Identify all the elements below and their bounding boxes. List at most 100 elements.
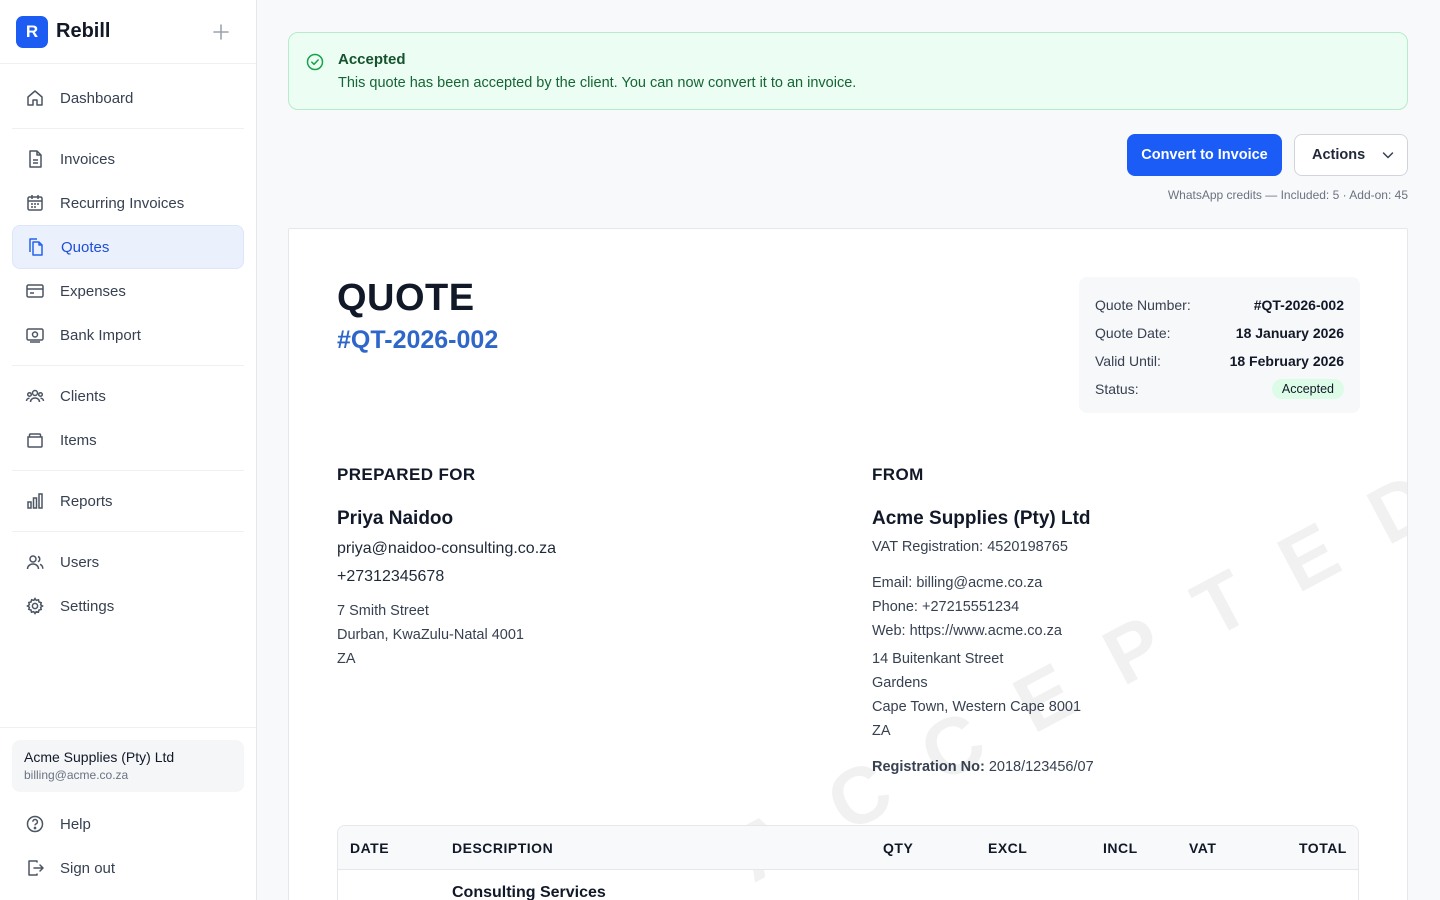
sidebar-divider (0, 727, 256, 728)
brand-name[interactable]: Rebill (56, 20, 110, 43)
company-phone: Phone: +27215551234 (872, 599, 1020, 615)
brand-logo[interactable]: R (16, 15, 48, 48)
banner-title: Accepted (338, 51, 406, 68)
sidebar-item-bank-import[interactable]: Bank Import (12, 313, 244, 357)
sidebar-item-settings[interactable]: Settings (12, 584, 244, 628)
column-header-incl: INCL (1103, 840, 1138, 856)
meta-row-valid-until: Valid Until: 18 February 2026 (1095, 347, 1344, 375)
sign-out-link[interactable]: Sign out (12, 846, 244, 890)
whatsapp-credits: WhatsApp credits — Included: 5 · Add-on:… (1167, 188, 1408, 202)
copy-document-icon (25, 236, 47, 258)
column-header-date: DATE (350, 840, 390, 856)
sidebar-item-label: Settings (60, 597, 115, 615)
sidebar-item-clients[interactable]: Clients (12, 374, 244, 418)
calendar-icon (24, 192, 46, 214)
sidebar-item-label: Items (60, 431, 97, 449)
accepted-banner: Accepted This quote has been accepted by… (288, 32, 1408, 110)
organization-name: Acme Supplies (Pty) Ltd (24, 749, 175, 765)
sidebar-item-expenses[interactable]: Expenses (12, 269, 244, 313)
sidebar-item-label: Bank Import (60, 326, 141, 344)
chevron-down-icon (1381, 148, 1395, 162)
sidebar-item-reports[interactable]: Reports (12, 479, 244, 523)
company-email: Email: billing@acme.co.za (872, 575, 1043, 591)
quote-meta-box: Quote Number: #QT-2026-002 Quote Date: 1… (1079, 277, 1360, 413)
sidebar: R Rebill Dashboard Invoices Recurring In… (0, 0, 257, 900)
status-badge: Accepted (1271, 379, 1344, 399)
company-web: Web: https://www.acme.co.za (872, 623, 1062, 639)
help-label: Help (60, 815, 91, 833)
column-header-total: TOTAL (1299, 840, 1347, 856)
company-address-line: Gardens (872, 675, 928, 691)
sidebar-item-label: Recurring Invoices (60, 194, 185, 212)
help-link[interactable]: Help (12, 802, 244, 846)
quote-number: #QT-2026-002 (337, 326, 499, 354)
meta-row-status: Status: Accepted (1095, 375, 1344, 403)
sidebar-nav: Dashboard Invoices Recurring Invoices Qu… (0, 64, 256, 628)
column-header-excl: EXCL (988, 840, 1028, 856)
home-icon (24, 87, 46, 109)
quote-document: ACCEPTED QUOTE #QT-2026-002 Quote Number… (288, 228, 1408, 900)
users-group-icon (24, 385, 46, 407)
registration-label: Registration No: (872, 759, 985, 775)
credit-card-icon (24, 280, 46, 302)
sidebar-item-recurring-invoices[interactable]: Recurring Invoices (12, 181, 244, 225)
sidebar-item-label: Quotes (61, 238, 110, 256)
organization-card[interactable]: Acme Supplies (Pty) Ltd billing@acme.co.… (12, 740, 244, 792)
sidebar-item-items[interactable]: Items (12, 418, 244, 462)
company-address-line: ZA (872, 723, 891, 739)
sidebar-item-label: Users (60, 553, 100, 571)
column-header-qty: QTY (883, 840, 914, 856)
gear-icon (24, 595, 46, 617)
sidebar-item-invoices[interactable]: Invoices (12, 137, 244, 181)
line-items-table: DATE DESCRIPTION QTY EXCL INCL VAT TOTAL… (337, 825, 1359, 900)
sidebar-divider (12, 365, 244, 366)
sidebar-item-dashboard[interactable]: Dashboard (12, 76, 244, 120)
sign-out-label: Sign out (60, 859, 116, 877)
company-address-line: 14 Buitenkant Street (872, 651, 1004, 667)
check-circle-icon (306, 53, 324, 71)
sidebar-divider (12, 531, 244, 532)
users-icon (24, 551, 46, 573)
sidebar-item-users[interactable]: Users (12, 540, 244, 584)
sidebar-item-label: Reports (60, 492, 113, 510)
column-header-description: DESCRIPTION (452, 840, 554, 856)
bar-chart-icon (24, 490, 46, 512)
sign-out-icon (24, 857, 46, 879)
table-header: DATE DESCRIPTION QTY EXCL INCL VAT TOTAL (338, 826, 1358, 870)
bank-icon (24, 324, 46, 346)
meta-value: 18 January 2026 (1235, 325, 1344, 341)
document-icon (24, 148, 46, 170)
client-name: Priya Naidoo (337, 508, 454, 529)
company-registration: Registration No: 2018/123456/07 (872, 759, 1094, 775)
column-header-vat: VAT (1189, 840, 1217, 856)
sidebar-divider (12, 470, 244, 471)
meta-row-date: Quote Date: 18 January 2026 (1095, 319, 1344, 347)
actions-dropdown-button[interactable]: Actions (1294, 134, 1408, 176)
brand-header: R Rebill (0, 0, 256, 64)
registration-value: 2018/123456/07 (988, 759, 1094, 775)
sidebar-item-quotes[interactable]: Quotes (12, 225, 244, 269)
from-heading: FROM (872, 465, 924, 484)
client-phone: +27312345678 (337, 568, 445, 585)
meta-label: Quote Date: (1095, 325, 1171, 341)
convert-to-invoice-button[interactable]: Convert to Invoice (1127, 134, 1282, 176)
plus-icon[interactable] (212, 23, 230, 41)
company-name: Acme Supplies (Pty) Ltd (872, 508, 1091, 529)
sidebar-item-label: Invoices (60, 150, 116, 168)
client-email: priya@naidoo-consulting.co.za (337, 540, 557, 557)
sidebar-item-label: Dashboard (60, 89, 134, 107)
banner-message: This quote has been accepted by the clie… (338, 75, 857, 91)
sidebar-item-label: Clients (60, 387, 106, 405)
sidebar-item-label: Expenses (60, 282, 126, 300)
row-description: Consulting Services (452, 884, 606, 900)
box-icon (24, 429, 46, 451)
meta-label: Quote Number: (1095, 297, 1191, 313)
prepared-for-heading: PREPARED FOR (337, 465, 476, 484)
organization-email: billing@acme.co.za (24, 768, 129, 782)
sidebar-divider (12, 128, 244, 129)
client-address-line: ZA (337, 651, 356, 667)
help-circle-icon (24, 813, 46, 835)
table-row[interactable]: Consulting Services (338, 870, 1358, 900)
meta-row-number: Quote Number: #QT-2026-002 (1095, 291, 1344, 319)
company-vat: VAT Registration: 4520198765 (872, 539, 1068, 555)
